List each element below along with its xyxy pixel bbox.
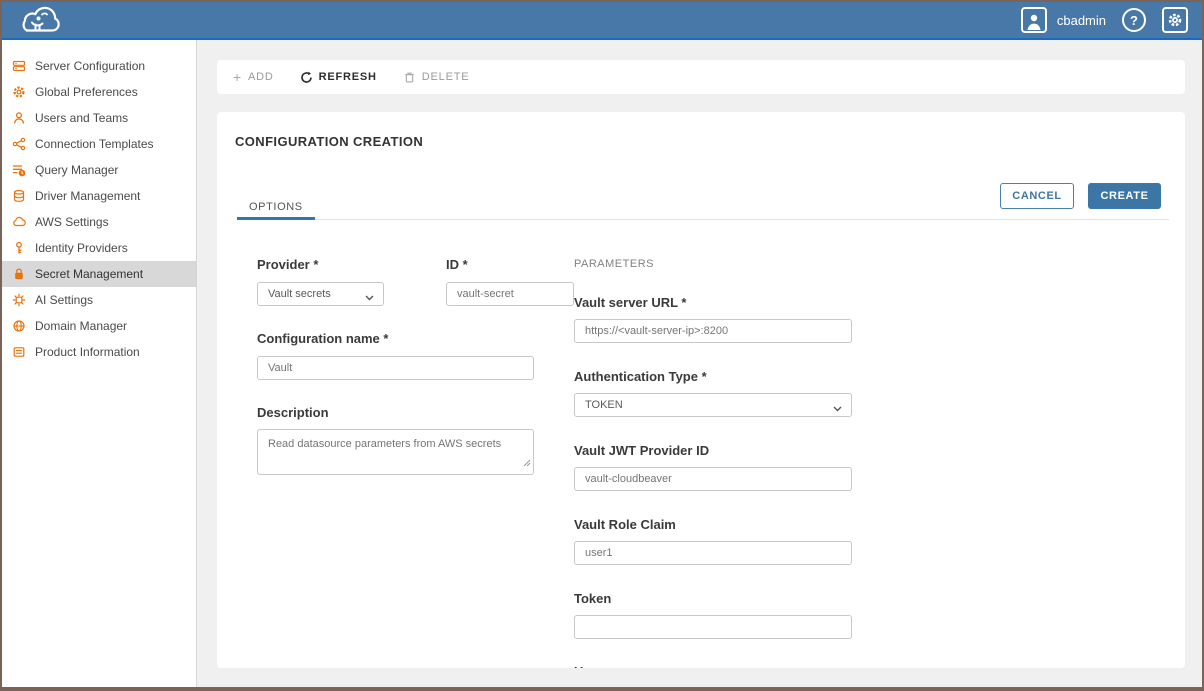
sidebar-item-label: Product Information [35, 345, 140, 359]
sidebar-item-label: Global Preferences [35, 85, 138, 99]
vault-jwt-provider-id-label: Vault JWT Provider ID [574, 443, 709, 458]
id-label: ID * [446, 257, 468, 272]
key-icon [12, 241, 26, 255]
vault-server-url-input[interactable] [574, 319, 852, 343]
sidebar-item-label: Users and Teams [35, 111, 128, 125]
provider-select[interactable]: Vault secrets [257, 282, 384, 306]
description-textarea[interactable]: Read datasource parameters from AWS secr… [257, 429, 534, 475]
sidebar-item-server-configuration[interactable]: Server Configuration [2, 53, 196, 79]
sidebar-item-label: Driver Management [35, 189, 140, 203]
database-icon [12, 189, 26, 203]
chevron-down-icon [365, 292, 374, 304]
gear-icon [1167, 12, 1183, 28]
vault-jwt-provider-id-input[interactable] [574, 467, 852, 491]
sidebar-item-global-preferences[interactable]: Global Preferences [2, 79, 196, 105]
account-button[interactable]: cbadmin [1021, 7, 1106, 33]
query-history-icon [12, 163, 26, 177]
id-input[interactable] [446, 282, 574, 306]
admin-sidebar: Server Configuration Global Preferences … [2, 40, 197, 687]
username-label: Username [574, 664, 637, 668]
refresh-button[interactable]: REFRESH [300, 71, 377, 84]
help-button[interactable]: ? [1122, 8, 1146, 32]
connections-icon [12, 137, 26, 151]
description-field-wrapper: Read datasource parameters from AWS secr… [257, 429, 534, 475]
vault-server-url-label: Vault server URL * [574, 295, 686, 310]
server-icon [12, 59, 26, 73]
panel-actions: CANCEL CREATE [1000, 183, 1161, 209]
sidebar-item-label: Secret Management [35, 267, 143, 281]
question-mark-icon: ? [1130, 13, 1138, 28]
globe-icon [12, 319, 26, 333]
add-button[interactable]: + ADD [233, 70, 274, 84]
chevron-down-icon [833, 403, 842, 415]
configuration-name-input[interactable] [257, 356, 534, 380]
avatar-icon [1021, 7, 1047, 33]
info-document-icon [12, 345, 26, 359]
top-bar-actions: cbadmin ? [1021, 7, 1188, 33]
sidebar-item-label: Connection Templates [35, 137, 154, 151]
refresh-icon [300, 71, 313, 84]
gear-icon [12, 85, 26, 99]
trash-icon [403, 71, 416, 84]
sidebar-item-label: Identity Providers [35, 241, 128, 255]
authentication-type-select[interactable]: TOKEN [574, 393, 852, 417]
delete-button[interactable]: DELETE [403, 71, 470, 84]
cloudbeaver-logo-icon [14, 4, 66, 36]
token-input[interactable] [574, 615, 852, 639]
create-button[interactable]: CREATE [1088, 183, 1161, 209]
sidebar-item-domain-manager[interactable]: Domain Manager [2, 313, 196, 339]
configuration-creation-panel: CONFIGURATION CREATION CANCEL CREATE OPT… [217, 112, 1185, 668]
sidebar-item-label: AWS Settings [35, 215, 109, 229]
description-label: Description [257, 405, 329, 420]
sidebar-item-label: Server Configuration [35, 59, 145, 73]
vault-role-claim-label: Vault Role Claim [574, 517, 676, 532]
sidebar-item-secret-management[interactable]: Secret Management [2, 261, 196, 287]
sidebar-item-identity-providers[interactable]: Identity Providers [2, 235, 196, 261]
provider-label: Provider * [257, 257, 318, 272]
user-icon [12, 111, 26, 125]
vault-role-claim-input[interactable] [574, 541, 852, 565]
lock-icon [12, 267, 26, 281]
resize-handle-icon[interactable] [523, 454, 531, 472]
main-row: Server Configuration Global Preferences … [2, 40, 1202, 687]
sidebar-item-aws-settings[interactable]: AWS Settings [2, 209, 196, 235]
tabs-divider [237, 219, 1169, 220]
sidebar-item-query-manager[interactable]: Query Manager [2, 157, 196, 183]
items-toolbar: + ADD REFRESH DELETE [217, 60, 1185, 94]
app-window: cbadmin ? Server Configuration Glo [0, 0, 1204, 691]
user-name: cbadmin [1057, 13, 1106, 28]
cancel-button[interactable]: CANCEL [1000, 183, 1074, 209]
plus-icon: + [233, 70, 242, 84]
sidebar-item-connection-templates[interactable]: Connection Templates [2, 131, 196, 157]
sidebar-item-label: AI Settings [35, 293, 93, 307]
sidebar-item-label: Query Manager [35, 163, 118, 177]
panel-title: CONFIGURATION CREATION [235, 134, 423, 149]
sidebar-item-label: Domain Manager [35, 319, 127, 333]
sidebar-item-ai-settings[interactable]: AI Settings [2, 287, 196, 313]
token-label: Token [574, 591, 611, 606]
cloud-icon [12, 215, 26, 229]
chip-icon [12, 293, 26, 307]
sidebar-item-driver-management[interactable]: Driver Management [2, 183, 196, 209]
top-bar: cbadmin ? [2, 2, 1202, 40]
tab-options[interactable]: OPTIONS [237, 201, 315, 220]
sidebar-item-users-and-teams[interactable]: Users and Teams [2, 105, 196, 131]
settings-button[interactable] [1162, 7, 1188, 33]
sidebar-item-product-information[interactable]: Product Information [2, 339, 196, 365]
authentication-type-label: Authentication Type * [574, 369, 707, 384]
configuration-name-label: Configuration name * [257, 331, 388, 346]
parameters-section-label: PARAMETERS [574, 258, 654, 270]
content-area: + ADD REFRESH DELETE CONFIGURATION CREAT… [197, 40, 1202, 687]
